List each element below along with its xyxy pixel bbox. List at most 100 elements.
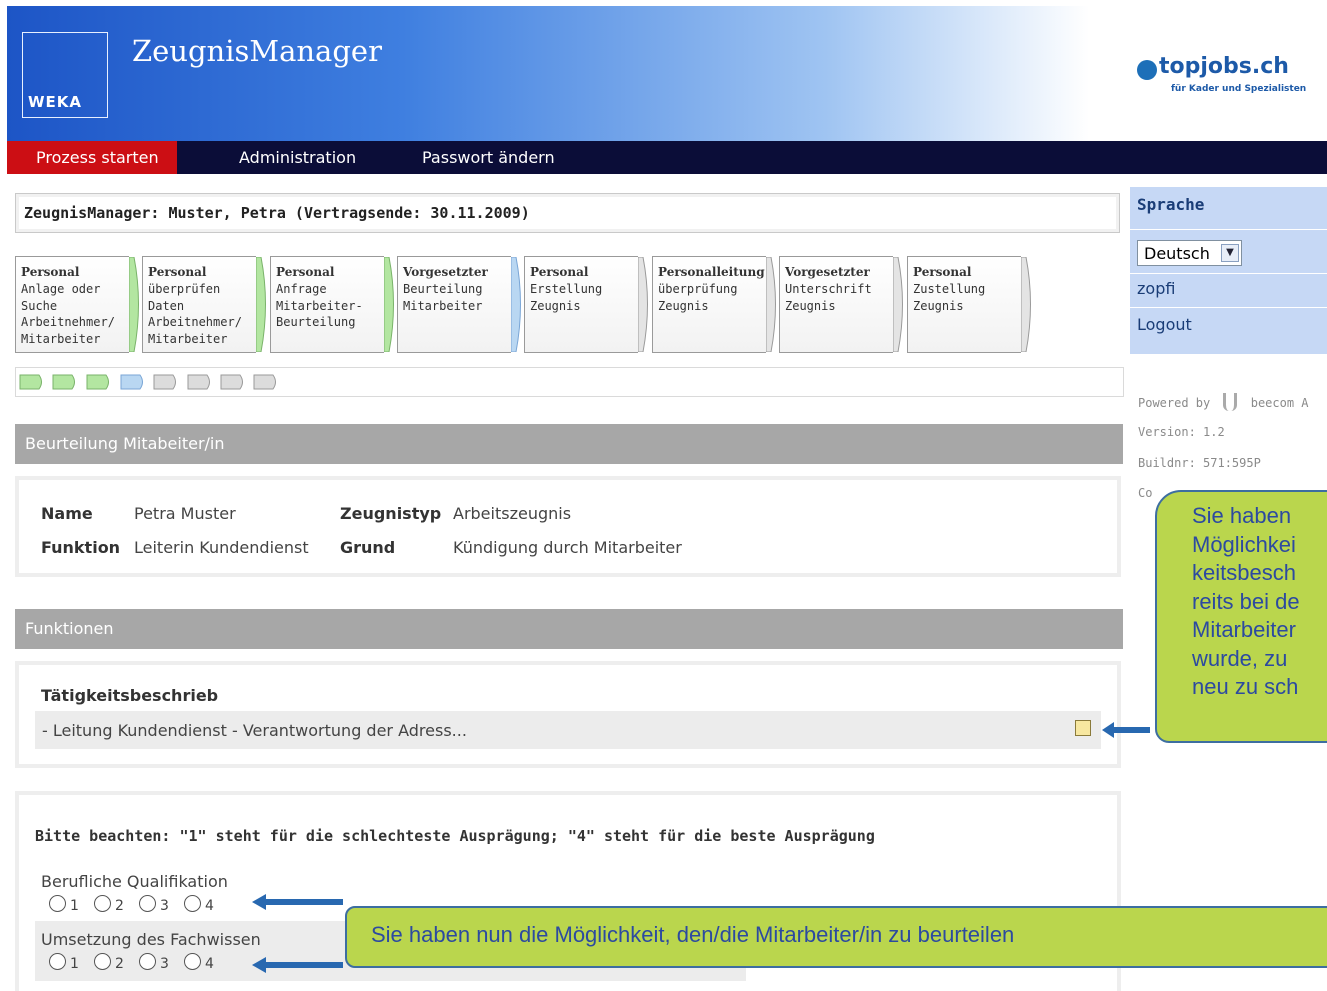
- arrow-left-icon: [252, 957, 343, 973]
- app-title: ZeugnisManager: [132, 34, 382, 68]
- process-step-1[interactable]: Personal Anlage oder Suche Arbeitnehmer/…: [15, 256, 139, 353]
- taetigkeit-label: Tätigkeitsbeschrieb: [41, 686, 219, 705]
- rating-options-2: 1 2 3 4: [49, 953, 224, 972]
- user-name: zopfi: [1137, 279, 1176, 298]
- step-text: Unterschrift Zeugnis: [785, 282, 872, 313]
- sidebar: Sprache zopfi Logout: [1130, 187, 1327, 354]
- step-title: Personalleitung: [658, 265, 765, 279]
- callout-line: Mitarbeiter: [1192, 617, 1296, 642]
- step-arrow: [129, 257, 139, 352]
- funktion-value: Leiterin Kundendienst: [134, 538, 309, 557]
- step-text: überprüfung Zeugnis: [658, 282, 738, 313]
- process-step-6[interactable]: Personalleitung überprüfung Zeugnis: [652, 256, 776, 353]
- step-title: Personal: [913, 265, 972, 279]
- callout-line: reits bei de: [1192, 588, 1300, 614]
- rating-item-label: Berufliche Qualifikation: [41, 872, 228, 891]
- callout-line: wurde, zu: [1192, 645, 1288, 671]
- radio-label: 4: [205, 956, 214, 972]
- powered-by-text: Powered by: [1138, 396, 1211, 410]
- name-value: Petra Muster: [134, 504, 236, 523]
- arrow-left-icon: [252, 894, 343, 910]
- logout-link[interactable]: Logout: [1137, 315, 1192, 334]
- sidebar-divider: [1130, 229, 1327, 230]
- process-step-8[interactable]: Personal Zustellung Zeugnis: [907, 256, 1031, 353]
- topjobs-tagline: für Kader und Spezialisten: [1171, 84, 1307, 94]
- callout-task-description: Sie haben Möglichkei keitsbesch reits be…: [1155, 490, 1327, 743]
- process-step-4[interactable]: Vorgesetzter Beurteilung Mitarbeiter: [397, 256, 521, 353]
- powered-company: beecom A: [1250, 396, 1309, 410]
- process-step-7[interactable]: Vorgesetzter Unterschrift Zeugnis: [779, 256, 903, 353]
- radio-1[interactable]: [49, 895, 66, 912]
- callout-line: Möglichkei: [1192, 531, 1296, 557]
- step-arrow: [893, 257, 903, 352]
- funktion-label: Funktion: [41, 538, 121, 557]
- radio-2[interactable]: [94, 953, 112, 970]
- topjobs-logo-icon: [1137, 60, 1157, 80]
- language-select[interactable]: Deutsch ▼: [1137, 240, 1242, 266]
- step-text: überprüfen Daten Arbeitnehmer/ Mitarbeit…: [148, 282, 242, 346]
- taetigkeit-value: - Leitung Kundendienst - Verantwortung d…: [42, 721, 467, 740]
- radio-label: 1: [70, 898, 79, 914]
- callout-rating: Sie haben nun die Möglichkeit, den/die M…: [345, 906, 1327, 968]
- process-step-5[interactable]: Personal Erstellung Zeugnis: [524, 256, 648, 353]
- section-heading-evaluation: Beurteilung Mitabeiter/in: [15, 424, 1123, 464]
- radio-3[interactable]: [139, 953, 157, 970]
- step-arrow: [511, 257, 521, 352]
- radio-2[interactable]: [94, 895, 112, 912]
- rating-options-1: 1 2 3 4: [49, 895, 224, 914]
- radio-4[interactable]: [184, 895, 202, 912]
- step-title: Vorgesetzter: [785, 265, 870, 279]
- process-step-2[interactable]: Personal überprüfen Daten Arbeitnehmer/ …: [142, 256, 266, 353]
- radio-label: 2: [115, 956, 124, 972]
- step-title: Vorgesetzter: [403, 265, 488, 279]
- step-text: Beurteilung Mitarbeiter: [403, 282, 483, 313]
- callout-line: keitsbesch: [1192, 560, 1296, 585]
- topjobs-name: topjobs.ch: [1159, 54, 1289, 79]
- grund-label: Grund: [340, 538, 396, 557]
- grund-value: Kündigung durch Mitarbeiter: [453, 538, 682, 557]
- progress-box-8: [253, 374, 276, 390]
- arrow-left-icon: [1102, 722, 1150, 738]
- taetigkeit-row[interactable]: - Leitung Kundendienst - Verantwortung d…: [35, 711, 1101, 749]
- sidebar-divider: [1130, 273, 1327, 274]
- radio-4[interactable]: [184, 953, 202, 970]
- employee-info-panel: Name Petra Muster Zeugnistyp Arbeitszeug…: [15, 476, 1121, 577]
- zeugnistyp-label: Zeugnistyp: [340, 504, 442, 523]
- page-title: ZeugnisManager: Muster, Petra (Vertragse…: [24, 204, 530, 222]
- callout-line: neu zu sch: [1192, 674, 1299, 699]
- chevron-down-icon[interactable]: ▼: [1221, 244, 1239, 262]
- rating-note: Bitte beachten: "1" steht für die schlec…: [35, 827, 875, 845]
- step-text: Zustellung Zeugnis: [913, 282, 986, 313]
- menu-administration[interactable]: Administration: [211, 141, 384, 174]
- menu-passwort-aendern[interactable]: Passwort ändern: [394, 141, 583, 174]
- weka-logo[interactable]: WEKA: [22, 32, 108, 118]
- section-heading-functions-text: Funktionen: [25, 619, 114, 638]
- progress-box-2: [52, 374, 75, 390]
- edit-note-icon[interactable]: [1075, 720, 1091, 736]
- step-arrow: [638, 257, 648, 352]
- progress-box-5: [153, 374, 176, 390]
- progress-box-3: [86, 374, 109, 390]
- app-header: WEKA ZeugnisManager topjobs.ch für Kader…: [7, 6, 1327, 141]
- functions-panel: Tätigkeitsbeschrieb - Leitung Kundendien…: [15, 661, 1121, 768]
- step-title: Personal: [276, 265, 335, 279]
- name-label: Name: [41, 504, 93, 523]
- step-arrow: [256, 257, 266, 352]
- step-title: Personal: [21, 265, 80, 279]
- progress-box-1: [19, 374, 42, 390]
- weka-logo-text: WEKA: [28, 93, 83, 111]
- progress-box-4: [120, 374, 143, 390]
- radio-3[interactable]: [139, 895, 157, 912]
- language-heading: Sprache: [1137, 195, 1205, 214]
- radio-1[interactable]: [49, 953, 66, 970]
- progress-indicator: [15, 367, 1124, 397]
- powered-by: Powered by beecom A: [1138, 393, 1309, 411]
- process-step-3[interactable]: Personal Anfrage Mitarbeiter- Beurteilun…: [270, 256, 394, 353]
- step-title: Personal: [148, 265, 207, 279]
- copyright-text: Co: [1138, 486, 1153, 500]
- build-text: Buildnr: 571:595P: [1138, 456, 1261, 470]
- step-arrow: [766, 257, 776, 352]
- menu-prozess-starten[interactable]: Prozess starten: [7, 141, 177, 174]
- step-text: Erstellung Zeugnis: [530, 282, 603, 313]
- section-heading-functions: Funktionen: [15, 609, 1123, 649]
